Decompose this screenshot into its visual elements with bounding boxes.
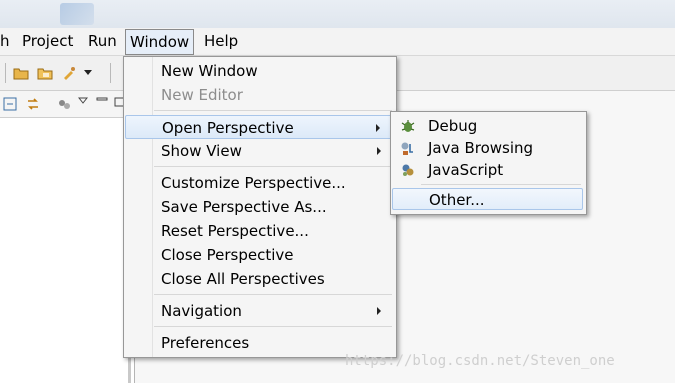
menu-item-label: Navigation [161, 302, 242, 320]
minimize-icon[interactable] [96, 96, 108, 108]
menu-item-save-perspective-as[interactable]: Save Perspective As... [125, 195, 393, 219]
menu-help[interactable]: Help [204, 28, 238, 55]
submenu-item-javascript[interactable]: JavaScript [392, 159, 583, 181]
open-folder-icon[interactable] [13, 65, 29, 81]
menu-item-show-view[interactable]: Show View [125, 139, 393, 163]
menu-separator [154, 166, 392, 167]
view-menu-icon[interactable] [56, 96, 72, 112]
menu-item-customize-perspective[interactable]: Customize Perspective... [125, 171, 393, 195]
menu-item-reset-perspective[interactable]: Reset Perspective... [125, 219, 393, 243]
menu-separator [154, 110, 392, 111]
chevron-down-icon[interactable] [83, 67, 93, 77]
submenu-item-label: Other... [429, 191, 485, 209]
menu-item-open-perspective[interactable]: Open Perspective [125, 115, 393, 139]
run-tool-icon[interactable] [61, 65, 77, 81]
submenu-arrow-icon [377, 307, 381, 315]
toolbar-separator [5, 63, 6, 83]
toolbar-separator [110, 63, 111, 83]
menu-item-label: Customize Perspective... [161, 174, 346, 192]
menu-separator [154, 294, 392, 295]
menu-item-label: New Window [161, 62, 258, 80]
menu-item-label: Open Perspective [162, 119, 294, 137]
menu-run[interactable]: Run [88, 28, 117, 55]
app-icon [60, 3, 94, 25]
submenu-item-label: Debug [428, 117, 478, 135]
window-menu-dropdown: New Window New Editor Open Perspective S… [123, 56, 397, 358]
menu-item-preferences[interactable]: Preferences [125, 331, 393, 355]
submenu-item-label: JavaScript [428, 161, 504, 179]
menu-item-label: Reset Perspective... [161, 222, 309, 240]
menu-item-label: Show View [161, 142, 242, 160]
menu-item-label: New Editor [161, 86, 243, 104]
submenu-item-other[interactable]: Other... [392, 188, 583, 210]
submenu-arrow-icon [377, 147, 381, 155]
menu-item-close-all-perspectives[interactable]: Close All Perspectives [125, 267, 393, 291]
menu-project[interactable]: Project [22, 28, 73, 55]
link-editor-icon[interactable] [25, 96, 41, 112]
menu-window[interactable]: Window [125, 29, 195, 55]
triangle-down-icon[interactable] [78, 96, 88, 106]
package-explorer-panel [0, 118, 131, 383]
menu-search[interactable]: h [0, 28, 10, 55]
debug-icon [401, 120, 415, 132]
submenu-item-label: Java Browsing [428, 139, 534, 157]
menu-item-label: Save Perspective As... [161, 198, 327, 216]
open-project-icon[interactable] [37, 65, 53, 81]
submenu-arrow-icon [376, 124, 380, 132]
menu-separator [421, 184, 581, 185]
collapse-all-icon[interactable] [2, 96, 18, 112]
menu-separator [154, 326, 392, 327]
watermark-text: https://blog.csdn.net/Steven_one [345, 353, 615, 369]
menu-bar: h Project Run Window Help [0, 28, 675, 56]
javascript-icon [402, 164, 414, 176]
menu-item-label: Close All Perspectives [161, 270, 325, 288]
title-strip [0, 0, 675, 28]
menu-item-close-perspective[interactable]: Close Perspective [125, 243, 393, 267]
menu-item-new-editor: New Editor [125, 83, 393, 107]
java-browsing-icon [401, 142, 413, 155]
submenu-item-java-browsing[interactable]: Java Browsing [392, 137, 583, 159]
view-toolbar [0, 91, 130, 118]
menu-item-label: Close Perspective [161, 246, 294, 264]
open-perspective-submenu: Debug Java Browsing JavaScript Other... [390, 111, 587, 215]
menu-item-navigation[interactable]: Navigation [125, 299, 393, 323]
submenu-item-debug[interactable]: Debug [392, 115, 583, 137]
menu-item-new-window[interactable]: New Window [125, 59, 393, 83]
menu-item-label: Preferences [161, 334, 250, 352]
